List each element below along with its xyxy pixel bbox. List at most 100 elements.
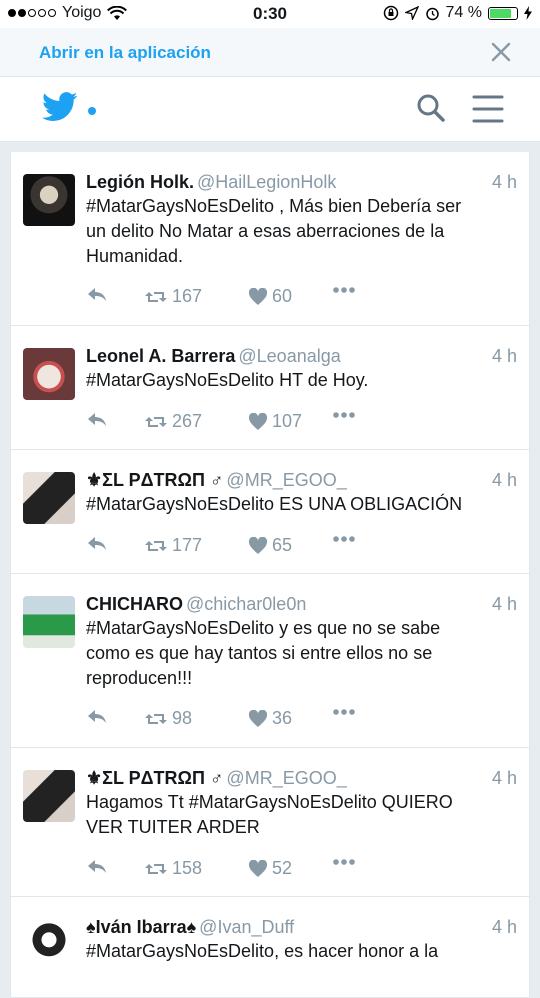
retweet-icon	[145, 291, 167, 302]
retweet-button[interactable]: 177	[144, 535, 202, 556]
retweet-count: 267	[172, 411, 203, 431]
more-button[interactable]	[332, 535, 356, 543]
top-nav	[0, 77, 540, 142]
rotation-lock-icon	[383, 5, 398, 21]
tweet-text-line: reproducen!!!	[86, 668, 193, 688]
retweet-icon	[145, 540, 167, 551]
retweet-button[interactable]: 158	[144, 858, 202, 879]
more-button[interactable]	[332, 411, 356, 419]
more-dots-icon	[333, 859, 355, 865]
more-dots-icon	[333, 536, 355, 542]
reply-button[interactable]	[86, 858, 108, 876]
reply-icon	[88, 288, 106, 301]
hamburger-menu-icon[interactable]	[472, 94, 504, 124]
tweet-timestamp[interactable]: 4 h	[492, 468, 517, 492]
tweet-timestamp[interactable]: 4 h	[492, 592, 517, 616]
tweet-author-handle[interactable]: @MR_EGOO_	[226, 768, 346, 788]
retweet-count: 177	[172, 535, 203, 555]
status-bar: Yoigo 0:30 74 %	[0, 0, 540, 28]
tweet-author-name[interactable]: ♠Iván Ibarra♠	[86, 917, 196, 937]
retweet-icon	[145, 713, 167, 724]
like-button[interactable]: 65	[248, 535, 292, 556]
charging-icon	[524, 6, 532, 20]
like-count: 36	[272, 708, 293, 728]
retweet-count: 158	[172, 858, 203, 878]
tweet-author-name[interactable]: CHICHARO	[86, 594, 183, 614]
heart-icon	[248, 536, 268, 554]
reply-icon	[88, 860, 106, 873]
like-count: 107	[272, 411, 303, 431]
more-dots-icon	[333, 412, 355, 418]
tweet-text-line: #MatarGaysNoEsDelito , Más bien Debería …	[86, 196, 462, 216]
more-button[interactable]	[332, 286, 356, 294]
tweet-text-line: como es que hay tantos si entre ellos no…	[86, 643, 433, 663]
tweet-text-line: Hagamos Tt #MatarGaysNoEsDelito QUIERO	[86, 792, 453, 812]
retweet-button[interactable]: 267	[144, 411, 202, 432]
more-dots-icon	[333, 287, 355, 293]
tweet[interactable]: Legión Holk. @HailLegionHolk 4 h #MatarGays…	[10, 152, 530, 327]
tweet-text-line: #MatarGaysNoEsDelito y es que no se sabe	[86, 618, 441, 638]
avatar[interactable]	[23, 770, 75, 822]
open-in-app-link[interactable]: Abrir en la aplicación	[39, 43, 211, 63]
reply-icon	[88, 413, 106, 426]
retweet-count: 167	[172, 286, 203, 306]
tweet-author-name[interactable]: ⚜ΣL PΔTRΩП ♂	[86, 470, 223, 490]
like-button[interactable]: 52	[248, 858, 292, 879]
reply-button[interactable]	[86, 535, 108, 553]
tweet[interactable]: ⚜ΣL PΔTRΩП ♂ @MR_EGOO_ 4 h #MatarGaysNoEsDe…	[10, 449, 530, 576]
heart-icon	[248, 709, 268, 727]
avatar[interactable]	[23, 472, 75, 524]
more-button[interactable]	[332, 708, 356, 716]
tweet-timestamp[interactable]: 4 h	[492, 344, 517, 368]
tweet-timestamp[interactable]: 4 h	[492, 170, 517, 194]
heart-icon	[248, 287, 268, 305]
notification-dot-icon	[88, 107, 96, 115]
tweet-text-line: VER TUITER ARDER	[86, 817, 260, 837]
like-button[interactable]: 107	[248, 411, 302, 432]
tweet-author-name[interactable]: ⚜ΣL PΔTRΩП ♂	[86, 768, 223, 788]
tweet-author-name[interactable]: Leonel A. Barrera	[86, 346, 235, 366]
reply-icon	[88, 710, 106, 723]
more-dots-icon	[333, 709, 355, 715]
tweet[interactable]: ♠Iván Ibarra♠ @Ivan_Duff 4 h #MatarGaysNoEs…	[10, 896, 530, 998]
retweet-button[interactable]: 98	[144, 708, 192, 729]
like-count: 52	[272, 858, 293, 878]
twitter-bird-icon[interactable]	[42, 92, 78, 122]
retweet-count: 98	[172, 708, 193, 728]
tweet-text-line: #MatarGaysNoEsDelito HT de Hoy.	[86, 370, 369, 390]
heart-icon	[248, 412, 268, 430]
tweet-text-line: un delito No Matar a esas aberraciones d…	[86, 221, 445, 241]
retweet-button[interactable]: 167	[144, 286, 202, 307]
tweet-author-handle[interactable]: @HailLegionHolk	[197, 172, 336, 192]
avatar[interactable]	[23, 596, 75, 648]
search-icon[interactable]	[416, 93, 446, 123]
tweet-text-line: #MatarGaysNoEsDelito ES UNA OBLIGACIÓN	[86, 494, 463, 514]
tweet-timestamp[interactable]: 4 h	[492, 766, 517, 790]
tweet-timestamp[interactable]: 4 h	[492, 915, 517, 939]
like-button[interactable]: 36	[248, 708, 292, 729]
like-button[interactable]: 60	[248, 286, 292, 307]
reply-icon	[88, 537, 106, 550]
tweet[interactable]: ⚜ΣL PΔTRΩП ♂ @MR_EGOO_ 4 h Hagamos Tt #Mata…	[10, 747, 530, 899]
tweet[interactable]: CHICHARO @chichar0le0n 4 h #MatarGaysNoEsDe…	[10, 573, 530, 749]
tweet-text-line: Humanidad.	[86, 246, 184, 266]
tweet-author-handle[interactable]: @Ivan_Duff	[199, 917, 294, 937]
reply-button[interactable]	[86, 286, 108, 304]
reply-button[interactable]	[86, 708, 108, 726]
location-icon	[404, 6, 419, 20]
close-icon[interactable]	[490, 41, 512, 63]
tweet-author-name[interactable]: Legión Holk.	[86, 172, 194, 192]
tweet-author-handle[interactable]: @chichar0le0n	[186, 594, 306, 614]
tweet-author-handle[interactable]: @MR_EGOO_	[226, 470, 346, 490]
tweet-author-handle[interactable]: @Leoanalga	[238, 346, 340, 366]
like-count: 60	[272, 286, 293, 306]
avatar[interactable]	[23, 174, 75, 226]
alarm-icon	[425, 7, 439, 20]
tweet-text-line: #MatarGaysNoEsDelito, es hacer honor a l…	[86, 941, 439, 961]
heart-icon	[248, 859, 268, 877]
tweet[interactable]: Leonel A. Barrera @Leoanalga 4 h #MatarGays…	[10, 325, 530, 452]
avatar[interactable]	[23, 348, 75, 400]
avatar[interactable]	[23, 919, 75, 971]
reply-button[interactable]	[86, 411, 108, 429]
more-button[interactable]	[332, 858, 356, 866]
